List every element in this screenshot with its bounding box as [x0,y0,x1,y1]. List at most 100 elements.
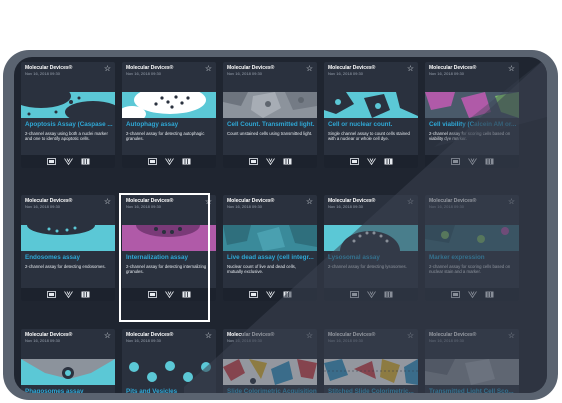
date-label: Nov 16, 2018 09:30 [328,338,363,343]
image-icon[interactable] [46,291,56,298]
assay-card-lysosomal[interactable]: Molecular Devices® Nov 16, 2018 09:30 ☆ Ly… [324,195,418,301]
image-icon[interactable] [248,158,258,165]
card-actions [21,288,115,301]
star-icon[interactable]: ☆ [205,197,212,206]
assay-title: Apoptosis Assay (Caspase ... [25,121,113,128]
date-label: Nov 16, 2018 09:30 [429,338,464,343]
star-icon[interactable]: ☆ [407,64,414,73]
star-icon[interactable]: ☆ [205,64,212,73]
assay-card-internalization[interactable]: Molecular Devices® Nov 16, 2018 09:30 ☆ In… [122,195,216,301]
image-icon[interactable] [46,158,56,165]
date-label: Nov 16, 2018 09:30 [126,204,161,209]
assay-thumbnail [425,92,519,118]
star-icon[interactable]: ☆ [508,331,515,340]
assay-title: Slide Colorimetric Acquisition [227,388,317,393]
card-actions [425,155,519,168]
assay-thumbnail [21,225,115,251]
date-label: Nov 16, 2018 09:30 [126,71,161,76]
assay-title: Cell Count. Transmitted light. [227,121,315,128]
assay-card-cell-count-transmitted[interactable]: Molecular Devices® Nov 16, 2018 09:30 ☆ Ce… [223,62,317,168]
assay-card-cell-viability[interactable]: Molecular Devices® Nov 16, 2018 09:30 ☆ Ce… [425,62,519,168]
star-icon[interactable]: ☆ [306,331,313,340]
date-label: Nov 16, 2018 09:30 [328,204,363,209]
star-icon[interactable]: ☆ [407,197,414,206]
image-icon[interactable] [147,291,157,298]
book-icon[interactable] [283,291,292,298]
star-icon[interactable]: ☆ [306,197,313,206]
assay-thumbnail [223,359,317,385]
assay-title: Marker expression [429,254,485,261]
image-icon[interactable] [349,291,359,298]
measure-icon[interactable] [265,158,275,165]
star-icon[interactable]: ☆ [104,331,111,340]
date-label: Nov 16, 2018 09:30 [25,71,60,76]
assay-thumbnail [122,92,216,118]
assay-card-stitched-slide[interactable]: Molecular Devices® Nov 16, 2018 09:30 ☆ St… [324,329,418,393]
star-icon[interactable]: ☆ [508,197,515,206]
assay-thumbnail [324,359,418,385]
assay-library-screen: Molecular Devices® Nov 16, 2018 09:30 ☆ Ap… [14,57,547,393]
book-icon[interactable] [182,158,191,165]
book-icon[interactable] [384,158,393,165]
image-icon[interactable] [450,291,460,298]
measure-icon[interactable] [366,291,376,298]
card-actions [324,288,418,301]
measure-icon[interactable] [265,291,275,298]
book-icon[interactable] [384,291,393,298]
assay-thumbnail [122,225,216,251]
assay-card-marker-expression[interactable]: Molecular Devices® Nov 16, 2018 09:30 ☆ Ma… [425,195,519,301]
card-actions [223,155,317,168]
book-icon[interactable] [81,158,90,165]
assay-card-apoptosis[interactable]: Molecular Devices® Nov 16, 2018 09:30 ☆ Ap… [21,62,115,168]
assay-description: 2-channel assay for detecting internaliz… [126,264,207,275]
assay-thumbnail [223,225,317,251]
image-icon[interactable] [349,158,359,165]
date-label: Nov 16, 2018 09:30 [328,71,363,76]
assay-card-phagosomes[interactable]: Molecular Devices® Nov 16, 2018 09:30 ☆ Ph… [21,329,115,393]
assay-title: Pits and Vesicles [126,388,178,393]
date-label: Nov 16, 2018 09:30 [25,338,60,343]
measure-icon[interactable] [467,291,477,298]
assay-card-slide-colorimetric[interactable]: Molecular Devices® Nov 16, 2018 09:30 ☆ Sl… [223,329,317,393]
measure-icon[interactable] [63,158,73,165]
assay-title: Phagosomes assay [25,388,84,393]
assay-description: Count unstained cells using transmitted … [227,131,313,136]
star-icon[interactable]: ☆ [205,331,212,340]
star-icon[interactable]: ☆ [104,64,111,73]
assay-description: 2-channel assay for detecting endosomes. [25,264,106,269]
assay-title: Cell or nuclear count. [328,121,393,128]
date-label: Nov 16, 2018 09:30 [227,338,262,343]
assay-thumbnail [324,225,418,251]
image-icon[interactable] [450,158,460,165]
book-icon[interactable] [283,158,292,165]
book-icon[interactable] [81,291,90,298]
assay-card-endosomes[interactable]: Molecular Devices® Nov 16, 2018 09:30 ☆ En… [21,195,115,301]
measure-icon[interactable] [164,158,174,165]
assay-description: 2-channel assay for detecting autophagic… [126,131,205,142]
star-icon[interactable]: ☆ [407,331,414,340]
assay-card-cell-nuclear-count[interactable]: Molecular Devices® Nov 16, 2018 09:30 ☆ Ce… [324,62,418,168]
card-actions [425,288,519,301]
star-icon[interactable]: ☆ [104,197,111,206]
assay-description: Single channel assay to count cells stai… [328,131,410,142]
assay-card-pits-vesicles[interactable]: Molecular Devices® Nov 16, 2018 09:30 ☆ Pi… [122,329,216,393]
measure-icon[interactable] [164,291,174,298]
book-icon[interactable] [485,291,494,298]
image-icon[interactable] [147,158,157,165]
measure-icon[interactable] [366,158,376,165]
assay-thumbnail [425,225,519,251]
star-icon[interactable]: ☆ [306,64,313,73]
assay-thumbnail [21,359,115,385]
image-icon[interactable] [248,291,258,298]
assay-title: Transmitted Light Cell Sco... [429,388,514,393]
book-icon[interactable] [485,158,494,165]
star-icon[interactable]: ☆ [508,64,515,73]
measure-icon[interactable] [467,158,477,165]
measure-icon[interactable] [63,291,73,298]
card-actions [21,155,115,168]
assay-card-transmitted-light[interactable]: Molecular Devices® Nov 16, 2018 09:30 ☆ Tr… [425,329,519,393]
assay-thumbnail [425,359,519,385]
assay-card-autophagy[interactable]: Molecular Devices® Nov 16, 2018 09:30 ☆ Au… [122,62,216,168]
assay-card-live-dead[interactable]: Molecular Devices® Nov 16, 2018 09:30 ☆ Li… [223,195,317,301]
book-icon[interactable] [182,291,191,298]
